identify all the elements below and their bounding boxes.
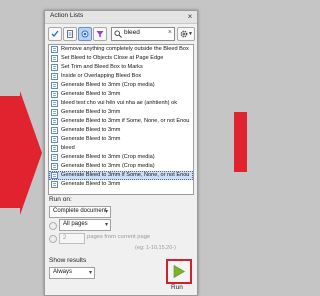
list-item[interactable]: bleed test cho vui hên vui nha ae (anhti… xyxy=(49,99,193,108)
chevron-down-icon: ▼ xyxy=(188,31,193,37)
list-item-label: Generate Bleed to 3mm xyxy=(61,136,121,142)
list-item[interactable]: Generate Bleed to 3mm (Crop media) xyxy=(49,162,193,171)
list-item-label: Inside or Overlapping Bleed Box xyxy=(61,73,142,79)
list-item-label: Generate Bleed to 3mm xyxy=(61,109,121,115)
list-item-label: Generate Bleed to 3mm xyxy=(61,91,121,97)
run-label: Run xyxy=(171,284,183,291)
action-list-icon xyxy=(51,82,58,89)
title-bar[interactable]: Action Lists × xyxy=(45,11,197,24)
chevron-down-icon: ▾ xyxy=(104,209,108,215)
list-item-label: Generate Bleed to 3mm (Crop media) xyxy=(61,163,155,169)
close-icon[interactable]: × xyxy=(186,13,194,21)
show-results-value: Always xyxy=(53,269,73,275)
pages-select-value: All pages xyxy=(63,221,88,227)
list-item-label: Generate Bleed to 3mm if Some, None, or … xyxy=(61,118,190,124)
search-value: bleed xyxy=(124,29,140,36)
gear-icon xyxy=(180,30,188,38)
action-list-icon xyxy=(51,118,58,125)
action-list-icon xyxy=(51,172,58,179)
action-list-icon xyxy=(51,100,58,107)
action-list-icon xyxy=(51,109,58,116)
all-pages-radio[interactable] xyxy=(49,222,57,230)
action-lists-panel: Action Lists × bleed × ▼ Remove anything… xyxy=(44,10,198,296)
list-item[interactable]: Generate Bleed to 3mm xyxy=(49,180,193,189)
list-item-label: Generate Bleed to 3mm (Crop media) xyxy=(61,154,155,160)
list-item-label: bleed test cho vui hên vui nha ae (anhti… xyxy=(61,100,177,106)
action-list-icon xyxy=(51,181,58,188)
action-list-icon xyxy=(51,91,58,98)
circle-filter-icon[interactable] xyxy=(78,27,92,41)
document-icon[interactable] xyxy=(63,27,77,41)
list-item-label: Generate Bleed to 3mm if Some, None, or … xyxy=(61,172,190,178)
play-icon xyxy=(173,265,185,278)
pages-from-current-label: pages from current page xyxy=(87,234,151,240)
page-range-radio[interactable] xyxy=(49,235,57,243)
action-list[interactable]: Remove anything completely outside the B… xyxy=(48,44,194,195)
action-list-icon xyxy=(51,136,58,143)
settings-menu-button[interactable]: ▼ xyxy=(177,27,195,41)
list-item-label: Generate Bleed to 3mm xyxy=(61,127,121,133)
action-list-icon xyxy=(51,163,58,170)
list-item[interactable]: Set Bleed to Objects Close at Page Edge xyxy=(49,54,193,63)
list-item[interactable]: Generate Bleed to 3mm xyxy=(49,126,193,135)
list-item-label: Remove anything completely outside the B… xyxy=(61,46,189,52)
list-item[interactable]: Generate Bleed to 3mm xyxy=(49,108,193,117)
list-item-label: Generate Bleed to 3mm (Crop media) xyxy=(61,82,155,88)
list-item[interactable]: Generate Bleed to 3mm xyxy=(49,135,193,144)
action-list-icon xyxy=(51,145,58,152)
run-button[interactable] xyxy=(166,259,192,284)
chevron-down-icon: ▾ xyxy=(104,222,108,228)
list-item[interactable]: Remove anything completely outside the B… xyxy=(49,45,193,54)
list-item-label: Set Bleed to Objects Close at Page Edge xyxy=(61,55,164,61)
list-item[interactable]: Generate Bleed to 3mm if Some, None, or … xyxy=(49,117,193,126)
action-list-icon xyxy=(51,154,58,161)
action-list-icon xyxy=(51,55,58,62)
search-input[interactable]: bleed × xyxy=(111,27,175,41)
red-arrow-left-body xyxy=(0,96,20,208)
list-item-label: Set Trim and Bleed Box to Marks xyxy=(61,64,143,70)
window-title: Action Lists xyxy=(50,12,84,19)
run-on-document-select[interactable]: Complete document ▾ xyxy=(49,206,111,218)
page-range-example: (eg: 1-10,15,20-) xyxy=(135,245,176,251)
red-arrow-left-head xyxy=(20,91,42,215)
list-item[interactable]: Generate Bleed to 3mm (Crop media) xyxy=(49,81,193,90)
list-item[interactable]: Generate Bleed to 3mm if Some, None, or … xyxy=(49,171,193,180)
list-item[interactable]: Inside or Overlapping Bleed Box xyxy=(49,72,193,81)
action-list-icon xyxy=(51,64,58,71)
show-results-select[interactable]: Always ▾ xyxy=(49,267,95,279)
toolbar: bleed × ▼ xyxy=(48,27,195,41)
page-count-stepper[interactable]: 2 xyxy=(59,233,85,244)
funnel-icon[interactable] xyxy=(93,27,107,41)
action-list-icon xyxy=(51,46,58,53)
search-clear-icon[interactable]: × xyxy=(168,29,172,36)
list-item-label: Generate Bleed to 3mm xyxy=(61,181,121,187)
show-results-label: Show results xyxy=(49,257,87,264)
list-item[interactable]: Set Trim and Bleed Box to Marks xyxy=(49,63,193,72)
checkmark-icon[interactable] xyxy=(48,27,62,41)
action-list-icon xyxy=(51,73,58,80)
page-count-value: 2 xyxy=(63,235,67,241)
pages-select[interactable]: All pages ▾ xyxy=(59,219,111,231)
action-list-icon xyxy=(51,127,58,134)
search-icon xyxy=(114,30,122,38)
list-item[interactable]: bleed xyxy=(49,144,193,153)
list-item[interactable]: Generate Bleed to 3mm xyxy=(49,90,193,99)
run-on-document-value: Complete document xyxy=(53,208,107,214)
list-item-label: bleed xyxy=(61,145,75,151)
run-on-label: Run on: xyxy=(49,196,72,203)
list-item[interactable]: Generate Bleed to 3mm (Crop media) xyxy=(49,153,193,162)
chevron-down-icon: ▾ xyxy=(88,270,92,276)
red-arrow-right xyxy=(234,112,247,172)
